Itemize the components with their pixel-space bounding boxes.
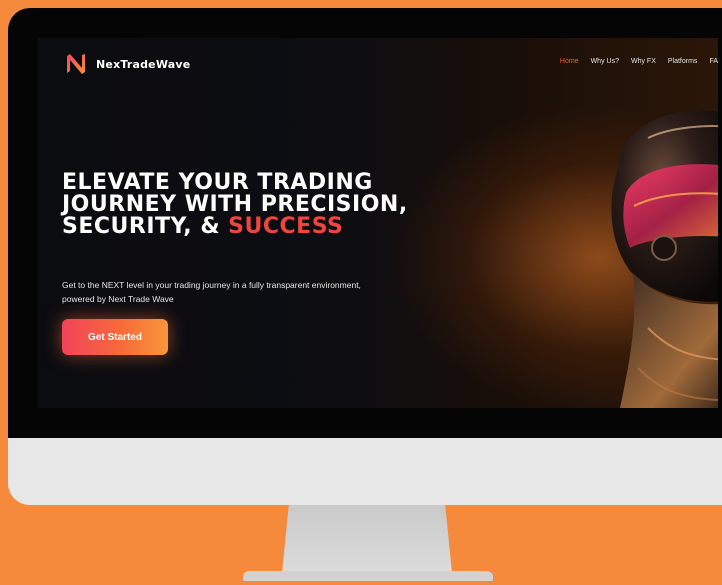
hero-subtext-line-1: Get to the NEXT level in your trading jo… [62, 280, 361, 290]
hero-subtext-line-2: powered by Next Trade Wave [62, 294, 174, 304]
nav-item-home[interactable]: Home [560, 58, 579, 65]
website-screen: NexTradeWave Home Why Us? Why FX Platfor… [38, 38, 718, 408]
get-started-button[interactable]: Get Started [62, 319, 168, 355]
headline-accent-word: SUCCESS [228, 214, 344, 239]
monitor-base [243, 571, 493, 581]
monitor: NexTradeWave Home Why Us? Why FX Platfor… [8, 8, 722, 505]
headline-line-3-prefix: SECURITY, & [62, 214, 229, 239]
hero-headline: ELEVATE YOUR TRADING JOURNEY WITH PRECIS… [62, 172, 522, 238]
hero-subtext: Get to the NEXT level in your trading jo… [62, 278, 482, 306]
nav-item-fa[interactable]: FA [709, 58, 718, 65]
monitor-stand [282, 505, 452, 573]
monitor-bezel: NexTradeWave Home Why Us? Why FX Platfor… [8, 8, 722, 438]
top-nav: Home Why Us? Why FX Platforms FA [560, 58, 718, 65]
headline-line-2: JOURNEY WITH PRECISION, [62, 192, 408, 217]
monitor-chin [8, 438, 722, 505]
brand-logo[interactable]: NexTradeWave [64, 52, 190, 76]
headline-line-3: SECURITY, & SUCCESS [62, 216, 522, 238]
nav-item-why-us[interactable]: Why Us? [591, 58, 619, 65]
nav-item-why-fx[interactable]: Why FX [631, 58, 656, 65]
nextradewave-logo-icon [67, 54, 85, 74]
brand-name: NexTradeWave [96, 57, 191, 71]
headline-line-1: ELEVATE YOUR TRADING [62, 170, 373, 195]
stage: NexTradeWave Home Why Us? Why FX Platfor… [0, 0, 722, 585]
nav-item-platforms[interactable]: Platforms [668, 58, 698, 65]
racing-helmet-image [611, 110, 718, 408]
